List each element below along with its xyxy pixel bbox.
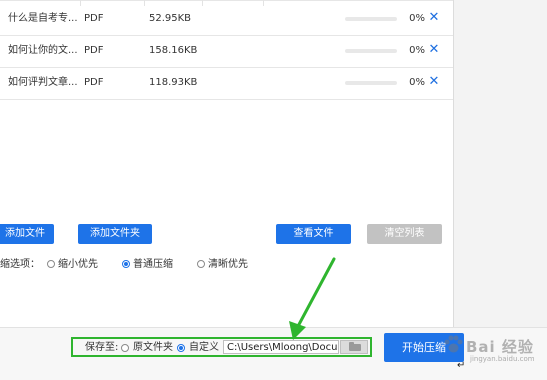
watermark-text: Bai 经验 bbox=[466, 338, 534, 356]
table-top-line bbox=[0, 0, 453, 1]
progress-percent: 0% bbox=[409, 13, 425, 24]
radio-label: 原文件夹 bbox=[133, 342, 173, 353]
progress-bar bbox=[345, 81, 397, 85]
add-folder-button[interactable]: 添加文件夹 bbox=[78, 224, 152, 244]
mouse-cursor-icon: ↵ bbox=[457, 360, 466, 371]
close-icon[interactable]: ✕ bbox=[428, 10, 440, 26]
watermark: Bai 经验 jingyan.baidu.com bbox=[436, 330, 547, 370]
file-size: 118.93KB bbox=[149, 77, 198, 88]
clear-list-button[interactable]: 清空列表 bbox=[367, 224, 442, 244]
save-location-group: 保存至: 原文件夹 自定义 C:\Users\Mloong\Documents bbox=[71, 337, 372, 357]
radio-label: 缩小优先 bbox=[58, 259, 98, 270]
radio-label: 自定义 bbox=[189, 342, 219, 353]
table-row[interactable]: 如何让你的文... PDF 158.16KB 0% ✕ bbox=[0, 35, 453, 68]
radio-normal[interactable] bbox=[122, 260, 130, 268]
file-type: PDF bbox=[84, 13, 104, 24]
watermark-url: jingyan.baidu.com bbox=[470, 355, 535, 363]
add-file-button[interactable]: 添加文件 bbox=[0, 224, 54, 244]
radio-custom-folder[interactable] bbox=[177, 344, 185, 352]
compression-label: 缩选项： bbox=[0, 259, 40, 270]
file-name: 如何让你的文... bbox=[8, 45, 78, 56]
progress-bar bbox=[345, 17, 397, 21]
save-path-input[interactable]: C:\Users\Mloong\Documents bbox=[223, 340, 339, 354]
save-label: 保存至: bbox=[85, 342, 119, 353]
table-row[interactable]: 什么是自考专... PDF 52.95KB 0% ✕ bbox=[0, 3, 453, 36]
folder-icon bbox=[349, 342, 361, 351]
file-list-panel: 什么是自考专... PDF 52.95KB 0% ✕ 如何让你的文... PDF… bbox=[0, 0, 453, 380]
table-row[interactable]: 如何评判文章... PDF 118.93KB 0% ✕ bbox=[0, 67, 453, 100]
file-type: PDF bbox=[84, 77, 104, 88]
view-file-button[interactable]: 查看文件 bbox=[276, 224, 351, 244]
file-name: 如何评判文章... bbox=[8, 77, 78, 88]
radio-clarity[interactable] bbox=[197, 260, 205, 268]
close-icon[interactable]: ✕ bbox=[428, 74, 440, 90]
radio-label: 清晰优先 bbox=[208, 259, 248, 270]
file-name: 什么是自考专... bbox=[8, 13, 78, 24]
progress-percent: 0% bbox=[409, 77, 425, 88]
close-icon[interactable]: ✕ bbox=[428, 42, 440, 58]
browse-folder-button[interactable] bbox=[340, 340, 368, 354]
progress-bar bbox=[345, 49, 397, 53]
radio-label: 普通压缩 bbox=[133, 259, 173, 270]
radio-smallest[interactable] bbox=[47, 260, 55, 268]
paw-icon bbox=[444, 335, 463, 353]
progress-percent: 0% bbox=[409, 45, 425, 56]
file-type: PDF bbox=[84, 45, 104, 56]
file-size: 52.95KB bbox=[149, 13, 192, 24]
window-background bbox=[454, 0, 547, 380]
file-size: 158.16KB bbox=[149, 45, 198, 56]
radio-original-folder[interactable] bbox=[121, 344, 129, 352]
